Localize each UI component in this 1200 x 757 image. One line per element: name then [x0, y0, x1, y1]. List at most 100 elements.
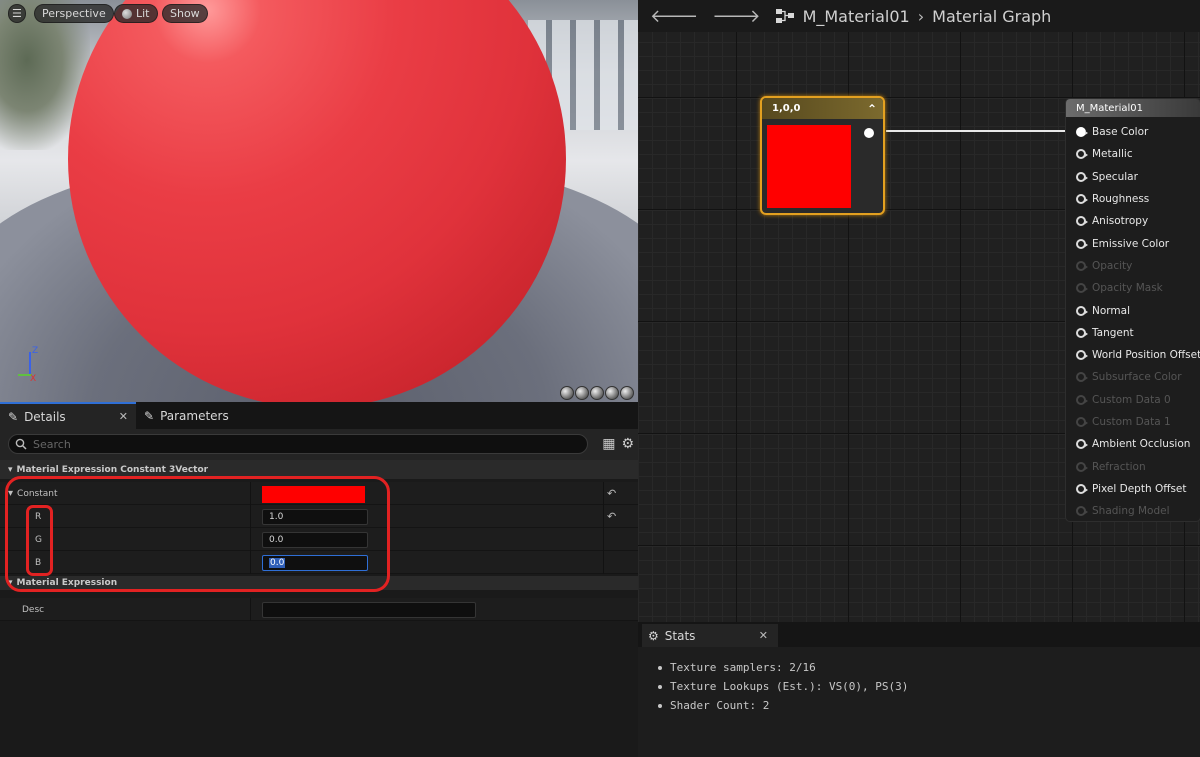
pin-connector-icon[interactable]: [1076, 194, 1088, 205]
property-row-g: G 0.0: [0, 528, 638, 551]
lit-button[interactable]: Lit: [114, 4, 158, 23]
pin-label: Opacity: [1092, 259, 1133, 272]
property-row-b: B 0.0: [0, 551, 638, 574]
property-row-r: R 1.0 ↶: [0, 505, 638, 528]
pin-label: Subsurface Color: [1092, 371, 1182, 384]
graph-toolbar: 🡐 🡒 M_Material01 › Material Graph: [638, 0, 1200, 32]
pin-label: Refraction: [1092, 460, 1146, 473]
material-result-node[interactable]: M_Material01 Base Color Metallic Specular R…: [1065, 98, 1200, 522]
material-pin: Opacity: [1066, 255, 1200, 277]
pin-connector-icon[interactable]: [1076, 327, 1088, 338]
cube-preview-icon[interactable]: [605, 386, 619, 400]
b-value-input[interactable]: 0.0: [262, 555, 368, 571]
material-preview-viewport[interactable]: ☰ Perspective Lit Show Z X: [0, 0, 638, 402]
material-pin[interactable]: Ambient Occlusion: [1066, 433, 1200, 455]
material-pin[interactable]: Base Color: [1066, 121, 1200, 143]
custom-mesh-preview-icon[interactable]: [620, 386, 634, 400]
stats-list: Texture samplers: 2/16 Texture Lookups (…: [658, 658, 908, 715]
material-pin[interactable]: Specular: [1066, 166, 1200, 188]
desc-input[interactable]: [262, 602, 476, 618]
material-pin[interactable]: Roughness: [1066, 188, 1200, 210]
material-pin[interactable]: Emissive Color: [1066, 232, 1200, 254]
pin-connector-icon[interactable]: [1076, 127, 1088, 138]
material-node-title: M_Material01: [1076, 102, 1143, 114]
lit-mode-icon: [122, 8, 132, 19]
constant-node-preview-swatch: [767, 125, 851, 208]
sphere-preview-icon[interactable]: [575, 386, 589, 400]
close-icon[interactable]: ✕: [119, 410, 128, 423]
column-divider: [603, 482, 604, 505]
category-header-material-expression[interactable]: ▾ Material Expression: [0, 576, 638, 590]
chevron-down-icon: ▾: [8, 578, 13, 588]
pencil-icon: ✎: [8, 409, 19, 424]
pin-connector-icon[interactable]: [1076, 216, 1088, 227]
g-value: 0.0: [269, 535, 284, 545]
close-icon[interactable]: ✕: [759, 629, 768, 642]
stats-line: Texture Lookups (Est.): VS(0), PS(3): [670, 680, 909, 693]
material-pin[interactable]: Tangent: [1066, 322, 1200, 344]
back-arrow-icon[interactable]: 🡐: [650, 6, 698, 27]
desc-label: Desc: [22, 604, 45, 615]
chevron-down-icon: ▾: [8, 464, 13, 475]
material-pin[interactable]: World Position Offset: [1066, 344, 1200, 366]
details-tabbar: ✎ Details ✕ ✎ Parameters: [0, 402, 638, 429]
preview-mesh-selector[interactable]: [560, 386, 634, 400]
material-pin[interactable]: Pixel Depth Offset: [1066, 478, 1200, 500]
pin-label: Custom Data 1: [1092, 416, 1171, 428]
material-graph-canvas[interactable]: 🡐 🡒 M_Material01 › Material Graph 1,0,0 …: [638, 0, 1200, 622]
plane-preview-icon[interactable]: [590, 386, 604, 400]
reset-to-default-icon[interactable]: ↶: [607, 487, 616, 500]
pin-connector-icon[interactable]: [1076, 305, 1088, 316]
material-pin: Refraction: [1066, 455, 1200, 477]
pin-label: Normal: [1092, 304, 1130, 317]
pin-label: Opacity Mask: [1092, 282, 1163, 295]
pin-label: Pixel Depth Offset: [1092, 482, 1187, 495]
search-input[interactable]: Search: [8, 434, 588, 454]
g-value-input[interactable]: 0.0: [262, 532, 368, 548]
chevron-right-icon: ›: [917, 6, 925, 26]
z-axis-line: [29, 352, 31, 374]
pin-connector-icon[interactable]: [1076, 238, 1088, 249]
show-button[interactable]: Show: [162, 4, 208, 23]
forward-arrow-icon[interactable]: 🡒: [712, 6, 760, 27]
material-pin[interactable]: Metallic: [1066, 143, 1200, 165]
pin-connector-icon: [1076, 417, 1088, 427]
reset-to-default-icon[interactable]: ↶: [607, 510, 616, 523]
tab-parameters[interactable]: ✎ Parameters: [136, 402, 237, 429]
pin-connector-icon[interactable]: [1076, 350, 1088, 361]
cylinder-preview-icon[interactable]: [560, 386, 574, 400]
material-pin[interactable]: Normal: [1066, 299, 1200, 321]
pin-connector-icon[interactable]: [1076, 149, 1088, 160]
column-divider: [250, 551, 251, 574]
chevron-down-icon[interactable]: ▾: [8, 488, 13, 499]
pin-label: Specular: [1092, 170, 1138, 183]
perspective-label: Perspective: [42, 7, 106, 20]
chevron-up-icon[interactable]: ⌃: [867, 102, 877, 116]
tab-details[interactable]: ✎ Details ✕: [0, 402, 136, 429]
category-header-constant-3vector[interactable]: ▾ Material Expression Constant 3Vector: [0, 460, 638, 479]
table-view-icon[interactable]: ▦: [602, 436, 615, 452]
tab-parameters-label: Parameters: [160, 408, 229, 423]
perspective-button[interactable]: Perspective: [34, 4, 114, 23]
search-row: Search ▦ ⚙: [0, 429, 638, 460]
property-row-constant: ▾ Constant ↶: [0, 482, 638, 505]
pin-connector-icon[interactable]: [1076, 439, 1088, 450]
output-pin[interactable]: [864, 128, 874, 138]
constant-3vector-node[interactable]: 1,0,0 ⌃: [760, 96, 885, 215]
breadcrumb-asset[interactable]: M_Material01: [803, 7, 910, 26]
tab-stats[interactable]: ⚙ Stats ✕: [642, 624, 778, 647]
r-label: R: [35, 511, 42, 522]
pin-connector-icon[interactable]: [1076, 483, 1088, 494]
z-axis-label: Z: [32, 346, 39, 356]
viewport-menu-button[interactable]: ☰: [8, 4, 26, 23]
pin-connector-icon[interactable]: [1076, 171, 1088, 182]
b-label: B: [35, 557, 42, 568]
stats-line: Texture samplers: 2/16: [670, 661, 816, 674]
constant-label: Constant: [17, 488, 58, 499]
material-pin[interactable]: Anisotropy: [1066, 210, 1200, 232]
constant-color-swatch[interactable]: [262, 486, 365, 503]
gear-icon[interactable]: ⚙: [621, 436, 634, 452]
b-value: 0.0: [269, 558, 286, 568]
r-value-input[interactable]: 1.0: [262, 509, 368, 525]
column-divider: [250, 482, 251, 505]
